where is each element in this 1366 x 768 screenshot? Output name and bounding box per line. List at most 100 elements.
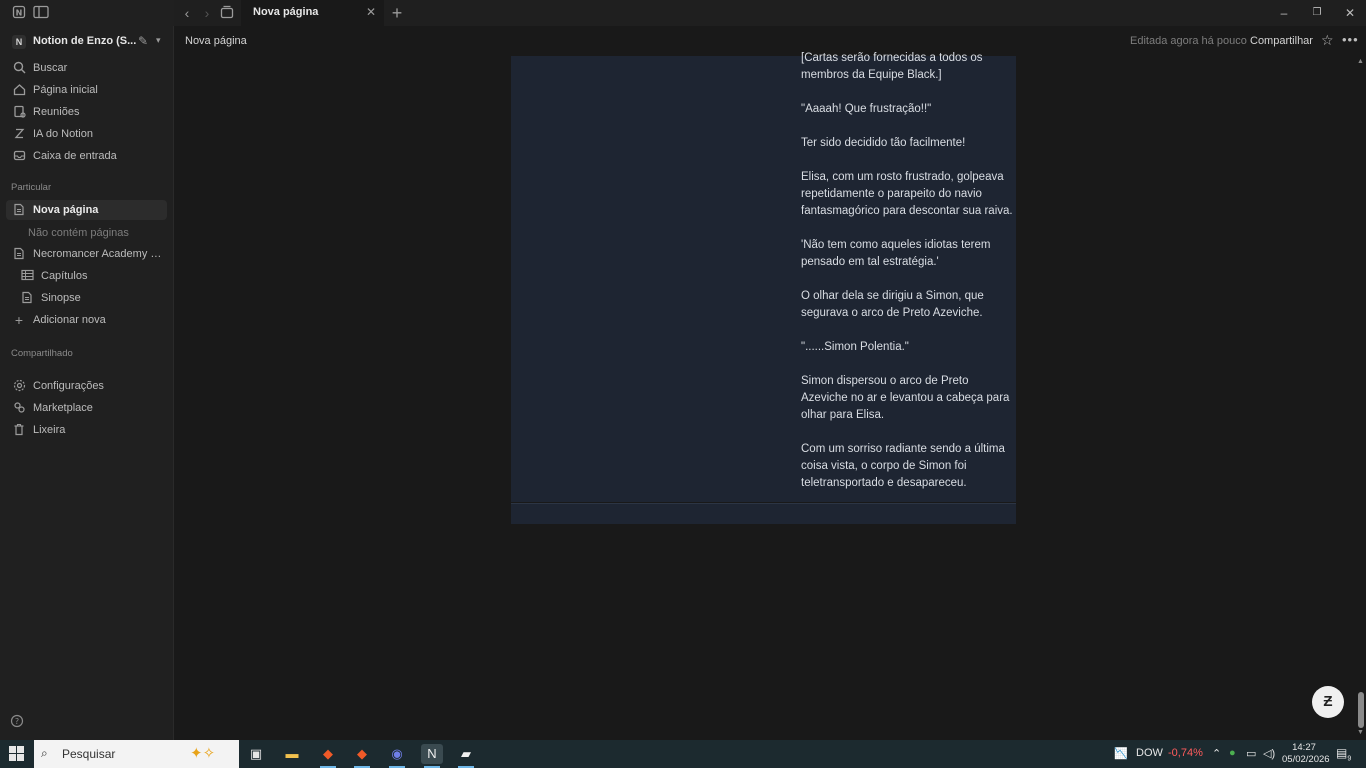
sidebar-item-settings[interactable]: Configurações [6,376,167,396]
tray-expand-icon[interactable]: ⌃ [1212,747,1221,760]
more-options-icon[interactable]: ••• [1342,32,1359,47]
sidebar-item-label: Página inicial [33,84,98,96]
svg-text:N: N [16,9,23,18]
paragraph: [Cartas serão fornecidas a todos os memb… [801,52,983,81]
ticker-name[interactable]: DOW [1136,747,1163,759]
help-icon[interactable]: ? [10,714,24,731]
share-button[interactable]: Compartilhar [1250,35,1313,47]
workspace-badge: N [12,35,26,49]
sidebar-item-label: Adicionar nova [33,314,106,326]
tab-close-icon[interactable]: ✕ [366,5,376,19]
content-scrollbar[interactable]: ▲ ▼ [1356,56,1366,740]
trash-icon [12,423,26,437]
search-icon: ⌕ [41,746,48,760]
plus-icon: + [14,312,24,328]
paragraph: O olhar dela se dirigiu a Simon, que seg… [801,290,984,319]
paragraph: "......Simon Polentia." [801,341,909,353]
scroll-thumb[interactable] [1358,692,1364,728]
notification-center-icon[interactable]: ▤9 [1336,746,1351,762]
table-icon [20,269,34,283]
system-clock[interactable]: 14:27 05/02/2026 [1282,742,1330,766]
file-explorer-icon[interactable]: ▬ [281,744,303,764]
capcut-icon[interactable]: ▰ [455,744,477,768]
settings-icon [12,379,26,393]
brave-browser-icon[interactable]: ◆ [317,744,339,768]
page-icon [12,247,26,261]
paragraph: Com um sorriso radiante sendo a última c… [801,443,1005,489]
sidebar-item-label: Capítulos [41,270,88,282]
brave-browser-2-icon[interactable]: ◆ [351,744,373,768]
minimize-button[interactable]: – [1274,5,1294,21]
task-view-icon[interactable]: ▣ [245,744,267,764]
close-button[interactable]: ✕ [1340,5,1360,21]
sidebar-item-label: Marketplace [33,402,93,414]
paragraph: Simon dispersou o arco de Preto Azeviche… [801,375,1010,421]
sidebar-item-label: Reuniões [33,106,80,118]
workspace-switcher[interactable]: N Notion de Enzo (S... ✎ ▾ [8,32,168,52]
paragraph: Elisa, com um rosto frustrado, golpeava … [801,171,1013,217]
no-subpages-text: Não contém páginas [28,227,129,239]
windows-start-icon[interactable] [9,746,25,762]
last-edited-text: Editada agora há pouco [1130,35,1247,47]
notion-ai-assistant-button[interactable]: Ƶ [1312,686,1344,718]
sidebar-item-notion-ai[interactable]: IA do Notion [6,124,167,144]
sidebar-item-label: Sinopse [41,292,81,304]
page-content: [Cartas serão fornecidas a todos os memb… [174,52,1356,740]
sidebar-item-add-new[interactable]: + Adicionar nova [6,310,167,330]
text-block[interactable]: [Cartas serão fornecidas a todos os memb… [511,52,1016,502]
stock-chart-icon: 📉 [1114,748,1128,760]
network-icon[interactable]: ▭ [1246,747,1256,760]
inbox-icon [12,149,26,163]
volume-icon[interactable]: ◁) [1263,747,1275,760]
meetings-icon [12,105,26,119]
sidebar-item-meetings[interactable]: Reuniões [6,102,167,122]
chrome-tray-icon[interactable]: ● [1229,747,1236,759]
paragraph: "Aaaah! Que frustração!!" [801,103,932,115]
scroll-down-icon[interactable]: ▼ [1357,729,1364,736]
sidebar-item-nova-pagina[interactable]: Nova página [6,200,167,220]
notion-logo-icon: N [11,5,27,21]
restore-button[interactable]: ❐ [1307,5,1327,21]
sidebar-item-label: Buscar [33,62,68,74]
breadcrumb-page-title[interactable]: Nova página [185,35,247,47]
sidebar-item-necromancer[interactable]: Necromancer Academy Ge... [6,244,167,264]
sidebar-item-sinopse[interactable]: Sinopse [14,288,167,308]
notion-app-icon[interactable]: N [421,744,443,768]
section-shared-title: Compartilhado [11,348,73,359]
tab-nova-pagina[interactable]: Nova página ✕ [241,0,384,26]
paragraph: Ter sido decidido tão facilmente! [801,137,966,149]
clock-time: 14:27 [1292,742,1316,753]
page-icon [20,291,34,305]
tabs-overview-icon[interactable] [219,5,235,21]
ticker-change: -0,74% [1168,747,1203,759]
sidebar-item-trash[interactable]: Lixeira [6,420,167,440]
page-header: Nova página Editada agora há pouco Compa… [174,26,1366,56]
svg-text:?: ? [15,717,19,726]
taskbar-search[interactable]: ⌕ Pesquisar ✦✧ [34,740,239,768]
scroll-up-icon[interactable]: ▲ [1357,58,1364,65]
ai-icon [12,127,26,141]
new-tab-icon[interactable]: + [388,4,406,22]
forward-icon[interactable]: › [198,4,216,22]
sidebar-item-label: IA do Notion [33,128,93,140]
sidebar-item-search[interactable]: Buscar [6,58,167,78]
sidebar-item-label: Caixa de entrada [33,150,117,162]
discord-icon[interactable]: ◉ [386,744,408,768]
title-bar: N ‹ › Nova página ✕ + – ❐ ✕ [0,0,1366,26]
sidebar-item-capitulos[interactable]: Capítulos [14,266,167,286]
sidebar-item-inbox[interactable]: Caixa de entrada [6,146,167,166]
chevron-down-icon[interactable]: ▾ [156,35,161,46]
favorite-star-icon[interactable]: ☆ [1321,32,1334,49]
workspace-name: Notion de Enzo (S... [33,35,137,47]
sidebar-toggle-icon[interactable] [33,5,49,21]
new-page-icon[interactable]: ✎ [138,34,148,48]
sidebar-item-label: Configurações [33,380,104,392]
sidebar-item-label: Lixeira [33,424,66,436]
sidebar-item-marketplace[interactable]: Marketplace [6,398,167,418]
tab-title: Nova página [253,6,319,18]
sidebar-item-label: Necromancer Academy Ge... [33,248,165,260]
sidebar-item-home[interactable]: Página inicial [6,80,167,100]
back-icon[interactable]: ‹ [178,4,196,22]
document-text[interactable]: [Cartas serão fornecidas a todos os memb… [801,50,1013,509]
search-placeholder: Pesquisar [62,747,116,761]
